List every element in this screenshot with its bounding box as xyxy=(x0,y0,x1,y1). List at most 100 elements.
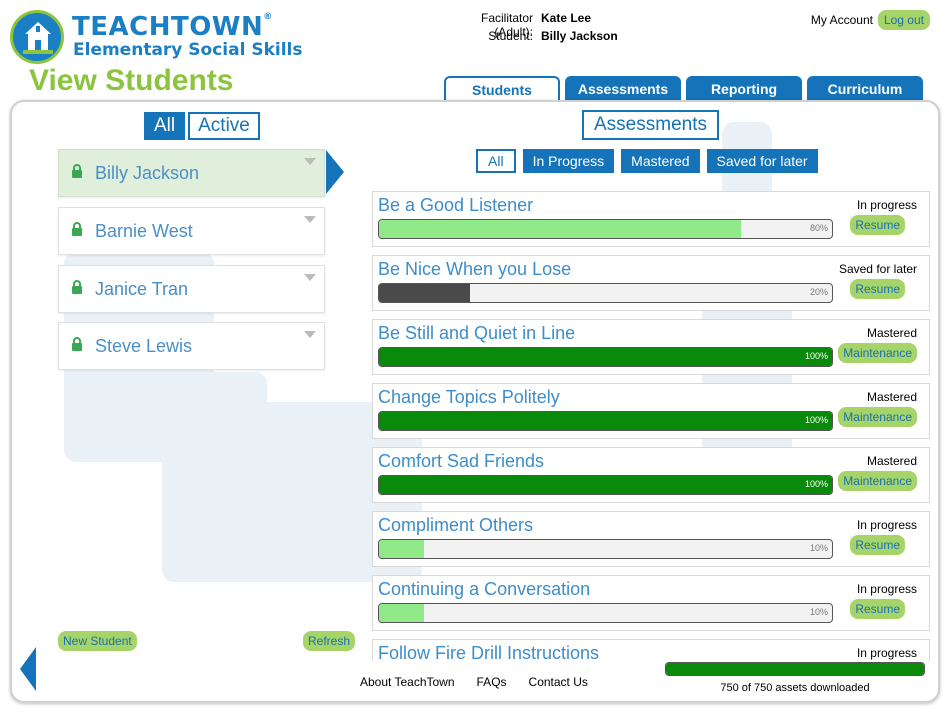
assessment-percent: 100% xyxy=(804,479,828,489)
lock-icon xyxy=(71,336,83,356)
chevron-down-icon[interactable] xyxy=(304,274,316,281)
assessment-title[interactable]: Comfort Sad Friends xyxy=(378,451,544,472)
brand-title: TEACHTOWN® xyxy=(72,12,273,42)
assessment-percent: 100% xyxy=(804,351,828,361)
my-account-link[interactable]: My Account xyxy=(811,13,873,27)
filter-all[interactable]: All xyxy=(476,149,516,173)
assessment-action-button[interactable]: Resume xyxy=(850,599,905,619)
assessment-row[interactable]: Change Topics Politely 100% Mastered Mainte… xyxy=(372,383,930,439)
footer-links: About TeachTown FAQs Contact Us xyxy=(360,675,610,689)
new-student-button[interactable]: New Student xyxy=(58,631,137,651)
filter-mastered[interactable]: Mastered xyxy=(621,149,700,173)
tab-assessments[interactable]: Assessments xyxy=(565,76,681,102)
assessment-progress-bar: 10% xyxy=(378,539,833,559)
student-card-janice-tran[interactable]: Janice Tran xyxy=(58,265,325,313)
student-card-billy-jackson[interactable]: Billy Jackson xyxy=(58,149,325,197)
assessment-row[interactable]: Compliment Others 10% In progress Resume xyxy=(372,511,930,567)
refresh-button[interactable]: Refresh xyxy=(303,631,356,651)
main-panel: All Active Billy Jackson Barnie West Jan… xyxy=(10,100,940,703)
student-label: Student: xyxy=(488,29,533,43)
tab-students[interactable]: Students xyxy=(444,76,560,102)
facilitator-name: Kate Lee xyxy=(541,11,592,25)
tab-curriculum[interactable]: Curriculum xyxy=(807,76,923,102)
assessment-percent: 10% xyxy=(809,543,828,553)
chevron-down-icon[interactable] xyxy=(304,331,316,338)
assessment-row[interactable]: Continuing a Conversation 10% In progress R… xyxy=(372,575,930,631)
student-card-name: Steve Lewis xyxy=(95,335,193,356)
assessment-progress-bar: 10% xyxy=(378,603,833,623)
lock-icon xyxy=(71,221,83,241)
selected-indicator-arrow-icon xyxy=(326,150,344,194)
student-card-steve-lewis[interactable]: Steve Lewis xyxy=(58,322,325,370)
filter-active-students[interactable]: Active xyxy=(188,112,260,140)
filter-in-progress[interactable]: In Progress xyxy=(522,149,615,173)
back-arrow-icon[interactable] xyxy=(20,647,36,691)
assessment-action-button[interactable]: Maintenance xyxy=(838,407,917,427)
assessment-status: Mastered xyxy=(866,454,917,468)
main-tabs: Students Assessments Reporting Curriculu… xyxy=(444,76,928,102)
assessment-percent: 100% xyxy=(804,415,828,425)
assessments-heading[interactable]: Assessments xyxy=(582,110,719,140)
assessment-status: In progress xyxy=(856,198,917,212)
assessment-title[interactable]: Be a Good Listener xyxy=(378,195,533,216)
session-info: Facilitator (Adult): Kate Lee Student: B… xyxy=(440,11,618,47)
assessment-progress-bar: 100% xyxy=(378,475,833,495)
student-name: Billy Jackson xyxy=(541,29,618,43)
download-progress-fill xyxy=(666,663,924,675)
assessment-progress-fill xyxy=(379,540,425,558)
student-filter-toggle: All Active xyxy=(144,112,263,140)
assessment-title[interactable]: Compliment Others xyxy=(378,515,533,536)
filter-saved-for-later[interactable]: Saved for later xyxy=(706,149,818,173)
logout-button[interactable]: Log out xyxy=(877,10,930,30)
assessment-filters: All In Progress Mastered Saved for later xyxy=(476,149,825,173)
faqs-link[interactable]: FAQs xyxy=(477,675,507,689)
schoolhouse-icon xyxy=(10,10,64,64)
student-card-name: Billy Jackson xyxy=(95,162,200,183)
teachtown-logo: TEACHTOWN® Elementary Social Skills xyxy=(10,10,310,66)
brand-subtitle: Elementary Social Skills xyxy=(73,40,303,60)
lock-icon xyxy=(71,279,83,299)
lock-icon xyxy=(71,163,83,183)
assessment-progress-fill xyxy=(379,476,832,494)
assessment-progress-bar: 20% xyxy=(378,283,833,303)
student-card-name: Janice Tran xyxy=(95,278,189,299)
assessment-action-button[interactable]: Maintenance xyxy=(838,471,917,491)
assessment-row[interactable]: Be Nice When you Lose 20% Saved for later R… xyxy=(372,255,930,311)
assessment-action-button[interactable]: Resume xyxy=(850,535,905,555)
page-title: View Students xyxy=(29,64,234,97)
assessment-row[interactable]: Comfort Sad Friends 100% Mastered Maintenan… xyxy=(372,447,930,503)
facilitator-label: Facilitator (Adult): xyxy=(480,11,533,39)
assessment-title[interactable]: Follow Fire Drill Instructions xyxy=(378,643,599,661)
assessment-title[interactable]: Be Still and Quiet in Line xyxy=(378,323,575,344)
student-card-name: Barnie West xyxy=(95,220,193,241)
assessment-action-button[interactable]: Resume xyxy=(850,215,905,235)
chevron-down-icon[interactable] xyxy=(304,158,316,165)
assessment-progress-fill xyxy=(379,284,470,302)
assessment-title[interactable]: Be Nice When you Lose xyxy=(378,259,571,280)
assessment-status: In progress xyxy=(856,582,917,596)
assessment-status: In progress xyxy=(856,646,917,660)
assessment-progress-bar: 80% xyxy=(378,219,833,239)
tab-reporting[interactable]: Reporting xyxy=(686,76,802,102)
chevron-down-icon[interactable] xyxy=(304,216,316,223)
assessment-progress-bar: 100% xyxy=(378,347,833,367)
student-card-barnie-west[interactable]: Barnie West xyxy=(58,207,325,255)
contact-link[interactable]: Contact Us xyxy=(529,675,588,689)
about-link[interactable]: About TeachTown xyxy=(360,675,455,689)
assessment-status: Saved for later xyxy=(838,262,917,276)
assessment-title[interactable]: Change Topics Politely xyxy=(378,387,560,408)
assessment-action-button[interactable]: Resume xyxy=(850,279,905,299)
download-progress-bar xyxy=(665,662,925,676)
filter-all-students[interactable]: All xyxy=(144,112,186,140)
assessment-row[interactable]: Be Still and Quiet in Line 100% Mastered Ma… xyxy=(372,319,930,375)
assessment-progress-fill xyxy=(379,348,832,366)
assessment-row[interactable]: Be a Good Listener 80% In progress Resume xyxy=(372,191,930,247)
assessment-list: Be a Good Listener 80% In progress Resume Be… xyxy=(372,191,932,661)
assessment-title[interactable]: Continuing a Conversation xyxy=(378,579,590,600)
assessment-progress-fill xyxy=(379,412,832,430)
assessment-percent: 20% xyxy=(809,287,828,297)
assessment-progress-fill xyxy=(379,220,742,238)
assessment-status: Mastered xyxy=(866,390,917,404)
assessment-row[interactable]: Follow Fire Drill Instructions In progres… xyxy=(372,639,930,661)
assessment-action-button[interactable]: Maintenance xyxy=(838,343,917,363)
